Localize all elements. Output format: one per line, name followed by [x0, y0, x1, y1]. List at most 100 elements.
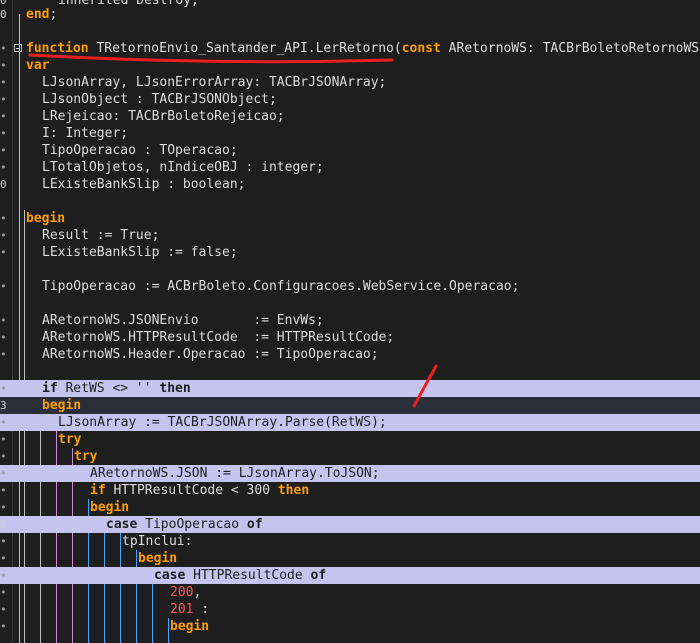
- keyword-token: function: [26, 41, 89, 56]
- code-token: ARetornoWS.HTTPResultCode := HTTPResultC…: [42, 330, 395, 345]
- keyword-token: of: [246, 517, 263, 532]
- keyword-token: begin: [90, 500, 130, 515]
- keyword-token: of: [310, 568, 327, 583]
- code-text: begin: [26, 210, 65, 227]
- line-marker: •: [0, 331, 7, 344]
- code-text: 201 :: [170, 601, 209, 618]
- code-text: LJsonObject : TACBrJSONObject;: [42, 91, 277, 108]
- code-line[interactable]: 3 begin: [0, 397, 700, 414]
- code-line[interactable]: • I: Integer;: [0, 125, 700, 142]
- code-line[interactable]: • LTotalObjetos, nIndiceOBJ : integer;: [0, 159, 700, 176]
- code-text: try: [58, 431, 81, 448]
- code-token: ARetornoWS: TACBrBoletoRetornoWS: [440, 41, 700, 56]
- code-line[interactable]: • ARetornoWS.JSON := LJsonArray.ToJSON;: [0, 465, 700, 482]
- code-text: LExisteBankSlip := false;: [42, 244, 238, 261]
- code-line[interactable]: • 201 :: [0, 601, 700, 618]
- line-marker: 0: [0, 518, 7, 531]
- line-marker: •: [0, 212, 7, 225]
- keyword-token: then: [159, 381, 191, 396]
- line-marker: •: [0, 280, 7, 293]
- code-token: LTotalObjetos, nIndiceOBJ : integer;: [42, 160, 324, 175]
- code-token: TipoOperacao : TOperacao;: [42, 143, 238, 158]
- code-text: if HTTPResultCode < 300 then: [90, 482, 309, 499]
- code-line[interactable]: • begin: [0, 499, 700, 516]
- code-line[interactable]: • ARetornoWS.Header.Operacao := TipoOpera…: [0, 346, 700, 363]
- line-marker: •: [0, 110, 7, 123]
- code-text: I: Integer;: [42, 125, 128, 142]
- code-line[interactable]: • if HTTPResultCode < 300 then: [0, 482, 700, 499]
- code-line[interactable]: • var: [0, 57, 700, 74]
- code-token: HTTPResultCode < 300: [105, 483, 278, 498]
- code-text: tpInclui:: [122, 533, 192, 550]
- line-marker: •: [0, 620, 7, 633]
- code-text: ARetornoWS.Header.Operacao := TipoOperac…: [42, 346, 379, 363]
- code-text: begin: [42, 397, 81, 414]
- code-text: case TipoOperacao of: [106, 516, 263, 533]
- code-token: ARetornoWS.JSONEnvio := EnvWs;: [42, 313, 324, 328]
- code-text: LJsonArray := TACBrJSONArray.Parse(RetWS…: [58, 414, 387, 431]
- keyword-token: if: [90, 483, 106, 498]
- code-token: TRetornoEnvio_Santander_API.LerRetorno(: [88, 41, 402, 56]
- code-token: Result := True;: [42, 228, 160, 243]
- code-text: begin: [170, 618, 209, 635]
- line-marker: •: [0, 144, 7, 157]
- line-marker: •: [0, 348, 7, 361]
- code-token: LJsonObject : TACBrJSONObject;: [42, 92, 277, 107]
- line-marker: •: [0, 603, 7, 616]
- line-marker: •: [0, 229, 7, 242]
- keyword-token: begin: [26, 211, 66, 226]
- code-text: 200,: [170, 584, 201, 601]
- code-line[interactable]: • ARetornoWS.JSONEnvio := EnvWs;: [0, 312, 700, 329]
- code-line[interactable]: • begin: [0, 210, 700, 227]
- code-line[interactable]: 0 end;: [0, 6, 700, 23]
- code-token: ;: [49, 7, 58, 22]
- code-text: ARetornoWS.JSON := LJsonArray.ToJSON;: [90, 465, 380, 482]
- number-token: 201: [170, 602, 194, 617]
- code-line[interactable]: • LJsonArray, LJsonErrorArray: TACBrJSONA…: [0, 74, 700, 91]
- code-text: LTotalObjetos, nIndiceOBJ : integer;: [42, 159, 324, 176]
- line-marker: •: [0, 161, 7, 174]
- code-line[interactable]: • LRejeicao: TACBrBoletoRejeicao;: [0, 108, 700, 125]
- code-line[interactable]: • LJsonObject : TACBrJSONObject;: [0, 91, 700, 108]
- line-marker: •: [0, 484, 7, 497]
- keyword-token: const: [401, 41, 441, 56]
- code-text: TipoOperacao : TOperacao;: [42, 142, 238, 159]
- code-line[interactable]: • LExisteBankSlip := false;: [0, 244, 700, 261]
- code-line[interactable]: • Result := True;: [0, 227, 700, 244]
- code-token: ARetornoWS.JSON := LJsonArray.ToJSON;: [90, 466, 380, 481]
- code-line[interactable]: • try: [0, 448, 700, 465]
- keyword-token: if: [42, 381, 58, 396]
- code-line[interactable]: • try: [0, 431, 700, 448]
- line-marker: •: [0, 501, 7, 514]
- code-text: ARetornoWS.HTTPResultCode := HTTPResultC…: [42, 329, 394, 346]
- code-line[interactable]: • begin: [0, 618, 700, 635]
- code-text: LJsonArray, LJsonErrorArray: TACBrJSONAr…: [42, 74, 386, 91]
- code-line[interactable]: • ARetornoWS.HTTPResultCode := HTTPResult…: [0, 329, 700, 346]
- code-line[interactable]: • if RetWS <> '' then: [0, 380, 700, 397]
- code-line[interactable]: • 200,: [0, 584, 700, 601]
- code-line[interactable]: • begin: [0, 550, 700, 567]
- code-line[interactable]: • TipoOperacao := ACBrBoleto.Configuracoe…: [0, 278, 700, 295]
- code-text: if RetWS <> '' then: [42, 380, 191, 397]
- line-marker: •: [0, 450, 7, 463]
- keyword-token: then: [277, 483, 310, 498]
- code-line[interactable]: • LJsonArray := TACBrJSONArray.Parse(RetW…: [0, 414, 700, 431]
- keyword-token: case: [106, 517, 138, 532]
- code-text: end;: [26, 6, 57, 23]
- fold-toggle-icon[interactable]: [14, 44, 22, 52]
- line-marker: •: [0, 535, 7, 548]
- keyword-token: case: [154, 568, 186, 583]
- line-marker: 3: [0, 399, 7, 412]
- code-editor[interactable]: 0 inherited Destroy; 0 end; • function TRetor…: [0, 0, 700, 643]
- code-line[interactable]: • tpInclui:: [0, 533, 700, 550]
- code-token: LJsonArray, LJsonErrorArray: TACBrJSONAr…: [42, 75, 387, 90]
- code-line[interactable]: • case HTTPResultCode of: [0, 567, 700, 584]
- number-token: 200: [170, 585, 194, 600]
- code-line[interactable]: 0 case TipoOperacao of: [0, 516, 700, 533]
- keyword-token: try: [74, 449, 98, 464]
- code-line[interactable]: • TipoOperacao : TOperacao;: [0, 142, 700, 159]
- code-line[interactable]: 0 LExisteBankSlip : boolean;: [0, 176, 700, 193]
- code-text: try: [74, 448, 97, 465]
- code-line[interactable]: • function TRetornoEnvio_Santander_API.Le…: [0, 40, 700, 57]
- line-marker: 0: [0, 178, 7, 191]
